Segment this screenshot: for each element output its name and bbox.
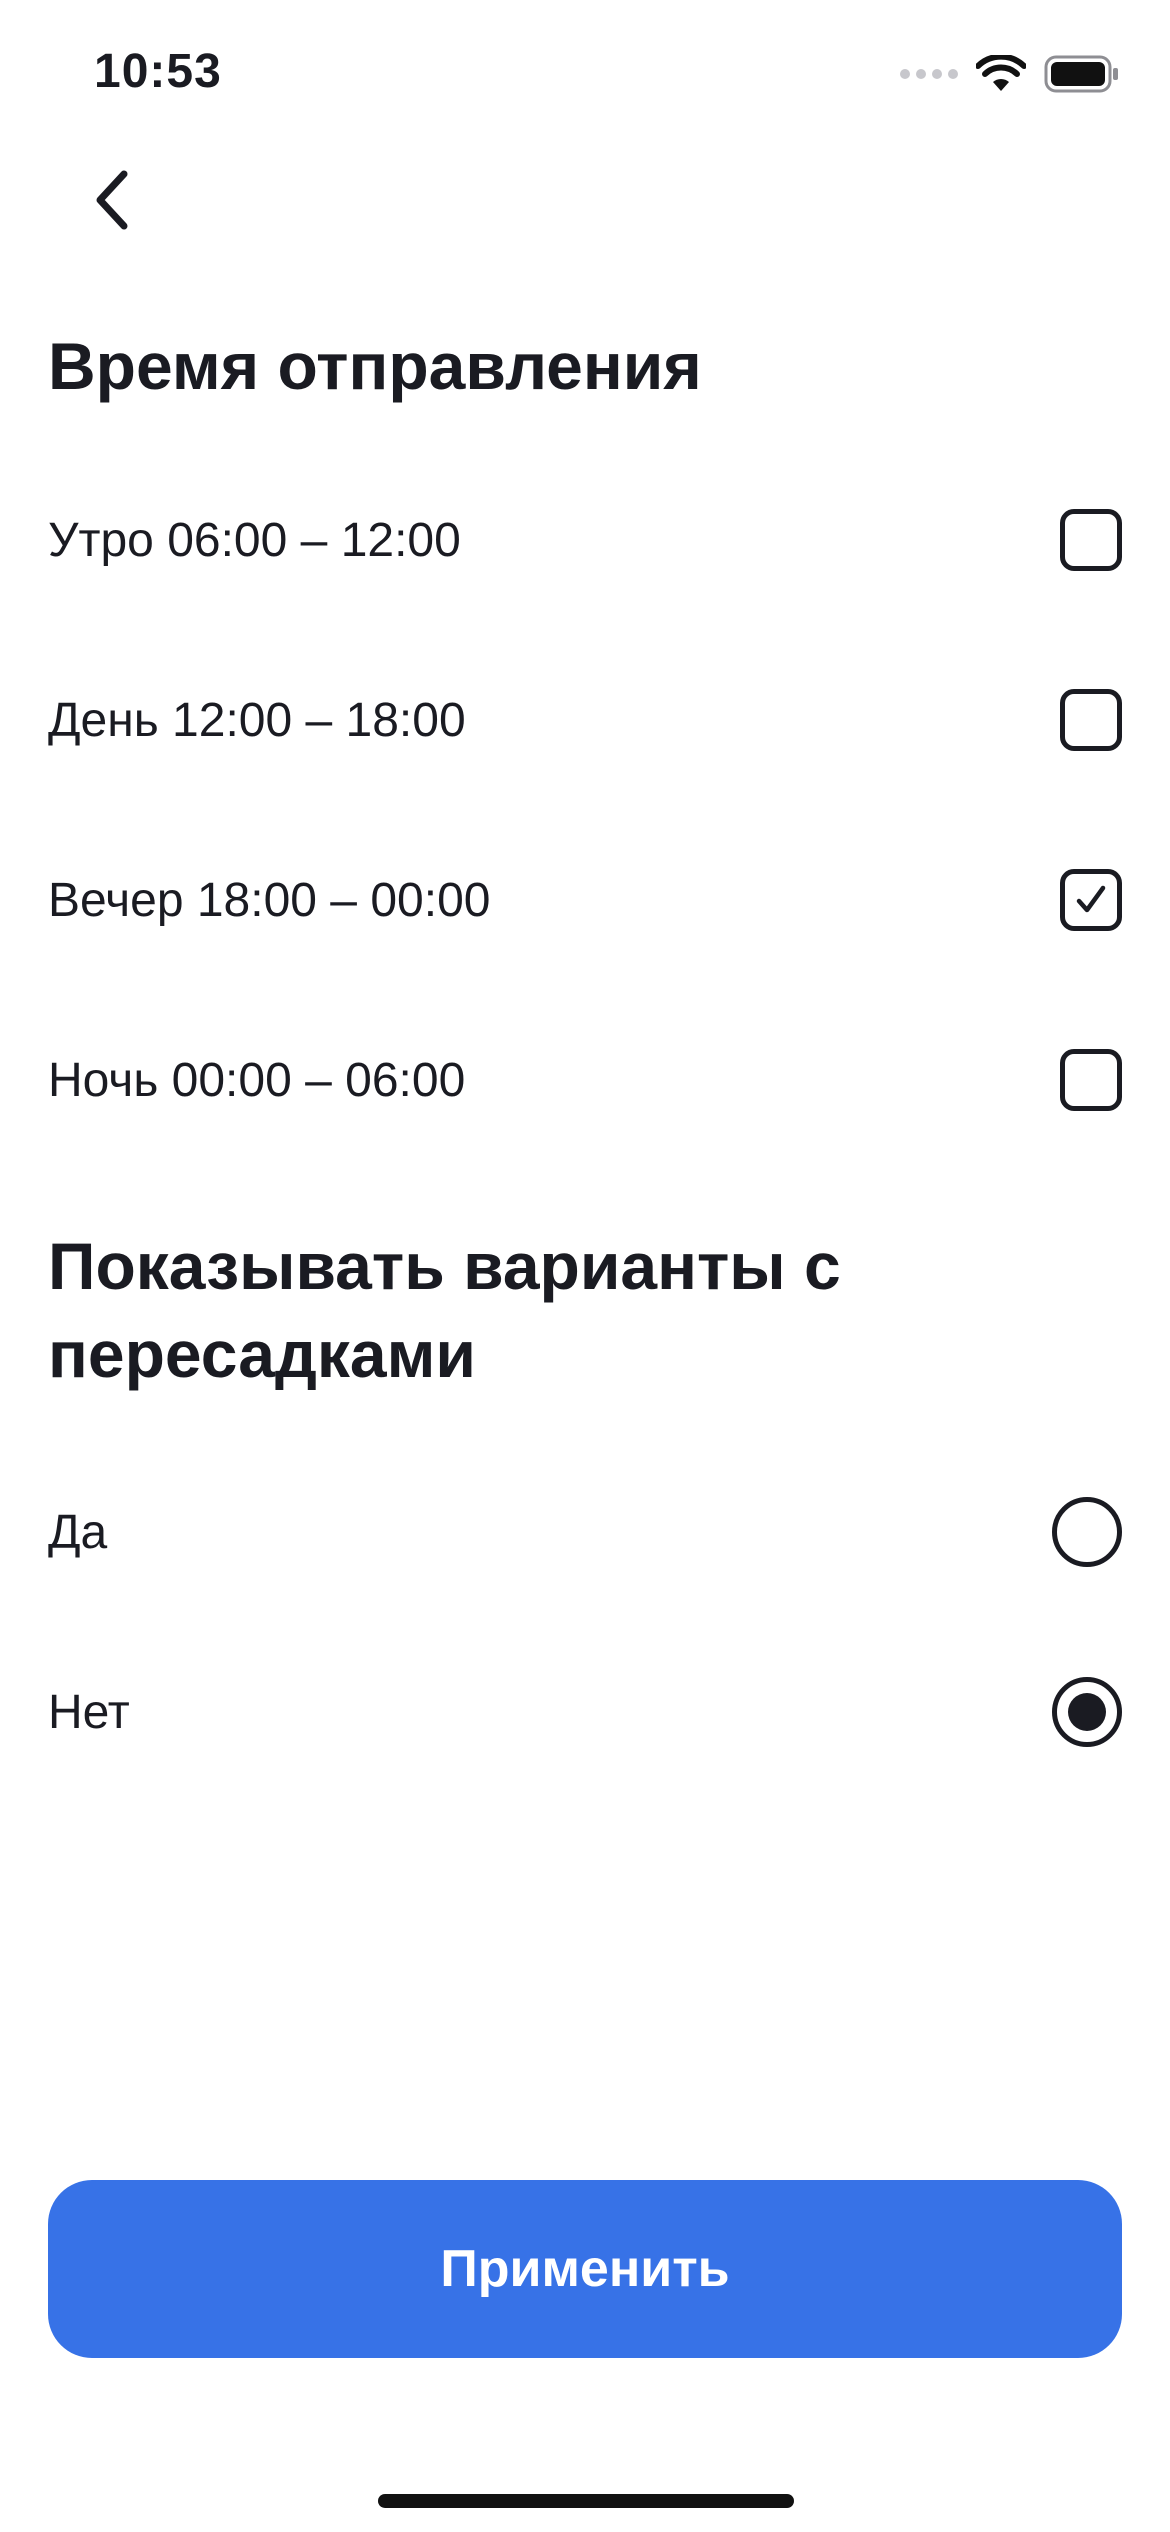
option-label: Утро 06:00 – 12:00 (48, 513, 461, 567)
back-button[interactable] (72, 160, 152, 240)
radio-dot (1068, 1693, 1106, 1731)
option-label: Вечер 18:00 – 00:00 (48, 873, 491, 927)
battery-icon (1044, 55, 1118, 93)
transfers-option-no[interactable]: Нет (48, 1652, 1122, 1772)
transfers-option-yes[interactable]: Да (48, 1472, 1122, 1592)
signal-dots-icon (900, 69, 958, 79)
option-label: Да (48, 1505, 108, 1559)
departure-option-night[interactable]: Ночь 00:00 – 06:00 (48, 1020, 1122, 1140)
option-label: День 12:00 – 18:00 (48, 693, 466, 747)
status-time: 10:53 (94, 45, 222, 98)
apply-button[interactable]: Применить (48, 2180, 1122, 2358)
option-label: Нет (48, 1685, 130, 1739)
status-bar: 10:53 (0, 0, 1170, 150)
checkbox-checked[interactable] (1060, 869, 1122, 931)
departure-option-morning[interactable]: Утро 06:00 – 12:00 (48, 480, 1122, 600)
departure-option-day[interactable]: День 12:00 – 18:00 (48, 660, 1122, 780)
checkmark-icon (1076, 885, 1106, 913)
checkbox-unchecked[interactable] (1060, 509, 1122, 571)
chevron-left-icon (96, 170, 128, 230)
home-indicator (378, 2494, 794, 2508)
checkbox-unchecked[interactable] (1060, 1049, 1122, 1111)
departure-option-evening[interactable]: Вечер 18:00 – 00:00 (48, 840, 1122, 960)
transfers-title: Показывать варианты с пересадками (48, 1229, 841, 1391)
wifi-icon (976, 55, 1026, 91)
radio-unselected[interactable] (1052, 1497, 1122, 1567)
departure-time-title: Время отправления (48, 329, 702, 403)
radio-selected[interactable] (1052, 1677, 1122, 1747)
status-icons (900, 50, 1120, 98)
option-label: Ночь 00:00 – 06:00 (48, 1053, 466, 1107)
checkbox-unchecked[interactable] (1060, 689, 1122, 751)
